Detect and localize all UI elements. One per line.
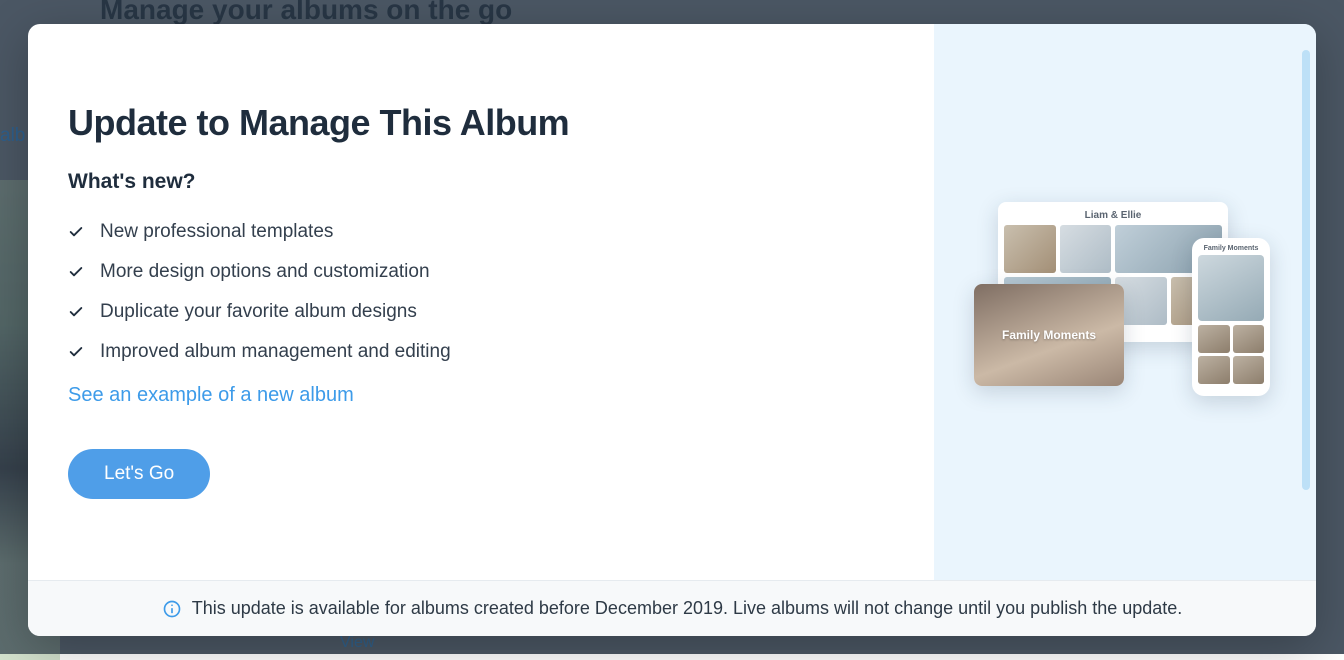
feature-item: Improved album management and editing	[68, 332, 894, 372]
scrollbar[interactable]	[1302, 50, 1310, 490]
preview-phone-card: Family Moments	[1192, 238, 1270, 396]
modal-title: Update to Manage This Album	[68, 102, 894, 144]
preview-thumb	[1060, 225, 1112, 273]
feature-item: New professional templates	[68, 212, 894, 252]
preview-thumb	[1198, 356, 1230, 384]
preview-cover-title: Family Moments	[1002, 328, 1096, 342]
preview-thumb	[1233, 325, 1265, 353]
preview-gallery-title: Liam & Ellie	[1004, 208, 1222, 225]
info-banner: This update is available for albums crea…	[28, 580, 1316, 636]
album-preview-stack: Liam & Ellie Family Moments	[974, 202, 1270, 422]
modal-illustration-pane: Liam & Ellie Family Moments	[934, 24, 1316, 580]
lets-go-button[interactable]: Let's Go	[68, 449, 210, 499]
preview-thumb	[1198, 325, 1230, 353]
feature-list: New professional templates More design o…	[68, 212, 894, 372]
feature-text: Duplicate your favorite album designs	[100, 301, 417, 323]
info-banner-text: This update is available for albums crea…	[192, 598, 1183, 619]
preview-cover-card: Family Moments	[974, 284, 1124, 386]
update-album-modal: Update to Manage This Album What's new? …	[28, 24, 1316, 636]
modal-content: Update to Manage This Album What's new? …	[28, 24, 934, 580]
preview-phone-hero	[1198, 255, 1264, 321]
feature-text: Improved album management and editing	[100, 341, 451, 363]
check-icon	[68, 264, 86, 280]
info-icon	[162, 599, 182, 619]
example-link[interactable]: See an example of a new album	[68, 384, 354, 407]
feature-text: New professional templates	[100, 221, 333, 243]
check-icon	[68, 344, 86, 360]
feature-item: More design options and customization	[68, 252, 894, 292]
feature-item: Duplicate your favorite album designs	[68, 292, 894, 332]
check-icon	[68, 224, 86, 240]
preview-thumb	[1233, 356, 1265, 384]
feature-text: More design options and customization	[100, 261, 430, 283]
modal-subtitle: What's new?	[68, 170, 894, 194]
check-icon	[68, 304, 86, 320]
preview-phone-title: Family Moments	[1198, 244, 1264, 255]
preview-thumb	[1004, 225, 1056, 273]
